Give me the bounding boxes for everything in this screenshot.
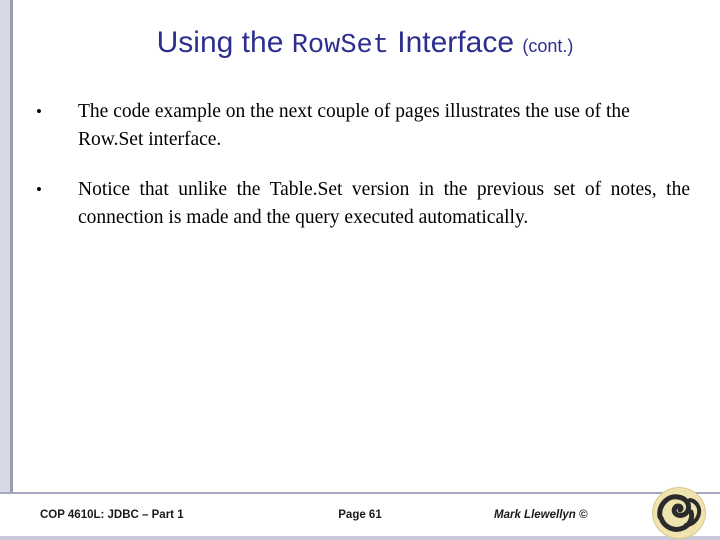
slide: Using the RowSet Interface (cont.) • The… bbox=[0, 0, 720, 540]
footer-author: Mark Llewellyn © bbox=[494, 509, 588, 521]
bullet-marker: • bbox=[36, 180, 42, 199]
left-accent-bar-light bbox=[0, 0, 10, 540]
bullet-marker: • bbox=[36, 102, 42, 121]
bullet-text: Notice that unlike the Table.Set version… bbox=[78, 179, 690, 228]
bullet-list: • The code example on the next couple of… bbox=[30, 98, 690, 254]
bullet-text: The code example on the next couple of p… bbox=[78, 101, 630, 150]
university-logo bbox=[652, 487, 708, 539]
title-part-1: Using the bbox=[156, 26, 292, 59]
list-item: • Notice that unlike the Table.Set versi… bbox=[30, 176, 690, 232]
title-rowset-literal: RowSet bbox=[291, 31, 389, 61]
title-part-2: Interface bbox=[388, 26, 523, 59]
footer-divider-bottom bbox=[0, 536, 720, 540]
footer: COP 4610L: JDBC – Part 1 Page 61 Mark Ll… bbox=[0, 500, 720, 530]
list-item: • The code example on the next couple of… bbox=[30, 98, 690, 154]
title-cont-suffix: (cont.) bbox=[522, 36, 574, 56]
logo-scroll-icon bbox=[657, 494, 702, 532]
footer-page-number: Page 61 bbox=[338, 509, 382, 521]
left-accent-bar bbox=[10, 0, 13, 540]
slide-title: Using the RowSet Interface (cont.) bbox=[40, 24, 690, 65]
